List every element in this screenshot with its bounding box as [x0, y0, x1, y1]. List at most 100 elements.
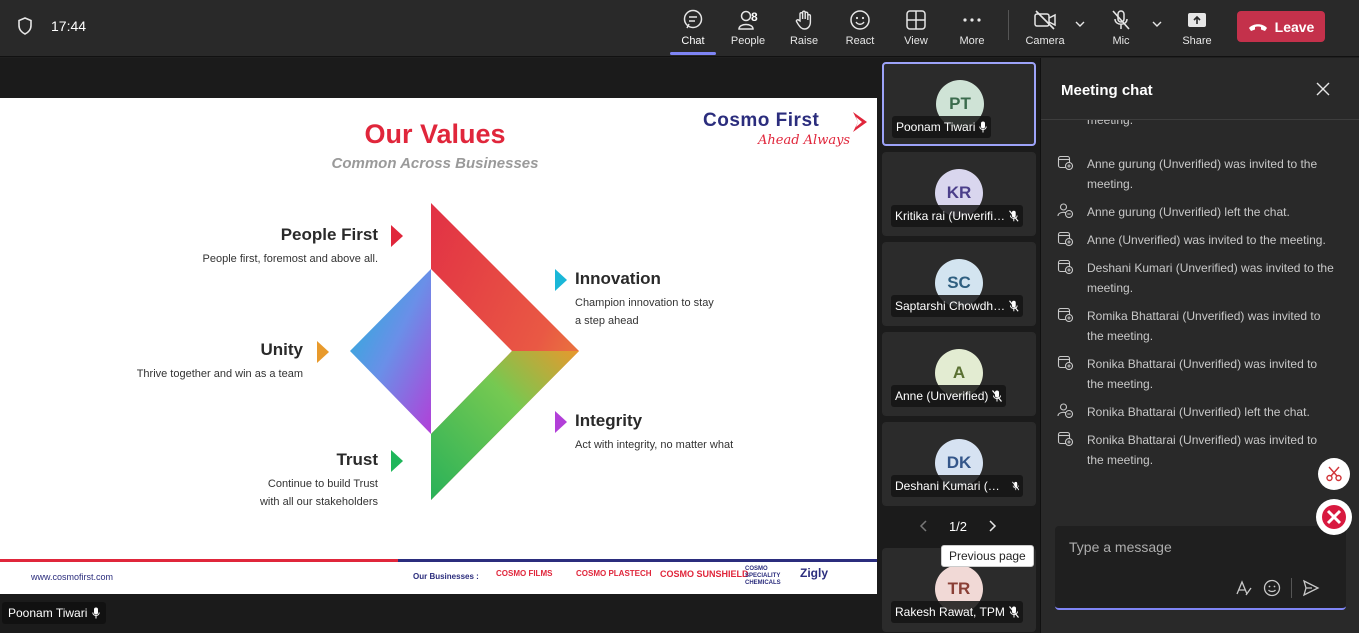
- participant-name-tag: Kritika rai (Unverified): [891, 205, 1023, 227]
- leave-label: Leave: [1274, 18, 1315, 35]
- businesses-label: Our Businesses :: [413, 572, 479, 581]
- chat-message-text: Ronika Bhattarai (Unverified) was invite…: [1087, 433, 1318, 467]
- participant-name: Kritika rai (Unverified): [895, 209, 1006, 223]
- more-label: More: [959, 35, 985, 47]
- shield-icon: [17, 17, 33, 40]
- mic-off-icon: [1112, 10, 1130, 30]
- snip-tool-button[interactable]: [1318, 458, 1350, 490]
- meeting-toolbar: 17:44 Chat 8 People Raise React View Mor…: [0, 0, 1359, 57]
- participant-name-tag: Deshani Kumari (Unverified): [891, 475, 1023, 497]
- footer-rule-blue: [398, 559, 877, 562]
- toolbar-divider: [1008, 10, 1009, 40]
- people-button[interactable]: 8 People: [722, 6, 774, 52]
- format-text-icon[interactable]: [1235, 579, 1253, 597]
- value-desc-trust-line1: Continue to build Trust: [267, 478, 378, 490]
- view-button[interactable]: View: [890, 6, 942, 52]
- meeting-invite-icon: [1057, 307, 1073, 322]
- share-button[interactable]: Share: [1171, 6, 1223, 52]
- chat-button[interactable]: Chat: [667, 6, 719, 52]
- participant-name: Rakesh Rawat, TPM: [895, 605, 1005, 619]
- business-logo-zigly: Zigly: [800, 566, 829, 580]
- brand-logo-text: Cosmo First: [703, 110, 820, 131]
- compose-placeholder[interactable]: Type a message: [1069, 539, 1172, 555]
- chat-message-text: Deshani Kumari (Unverified) was invited …: [1087, 261, 1334, 295]
- brand-tagline: Ahead Always: [758, 133, 851, 148]
- value-desc-innovation-line2: a step ahead: [575, 315, 639, 327]
- raise-label: Raise: [789, 35, 819, 47]
- value-title-innovation: Innovation: [575, 269, 661, 288]
- floating-app-button[interactable]: [1316, 499, 1352, 535]
- grid-view-icon: [906, 10, 926, 30]
- gallery-pager: 1/2: [918, 515, 998, 537]
- orange-arrow-icon: [317, 341, 329, 363]
- smiley-icon: [850, 10, 870, 30]
- react-button[interactable]: React: [834, 6, 886, 52]
- presenter-name: Poonam Tiwari: [8, 606, 88, 620]
- chat-message-text: Romika Bhattarai (Unverified) was invite…: [1087, 309, 1321, 343]
- chat-compose-box[interactable]: Type a message: [1055, 526, 1346, 610]
- participant-name: Saptarshi Chowdhury: [895, 299, 1006, 313]
- values-diamond-graphic: [350, 203, 579, 500]
- slide-subtitle: Common Across Businesses: [331, 155, 539, 172]
- meeting-invite-icon: [1057, 355, 1073, 370]
- presenter-name-tag: Poonam Tiwari: [2, 602, 107, 624]
- react-label: React: [845, 35, 875, 47]
- mic-options-chevron-icon[interactable]: [1151, 18, 1163, 30]
- gallery-page-indicator: 1/2: [948, 518, 968, 534]
- active-tab-indicator: [670, 52, 716, 55]
- mic-icon: [92, 607, 101, 619]
- camera-button[interactable]: Camera: [1019, 6, 1071, 52]
- mic-button[interactable]: Mic: [1095, 6, 1147, 52]
- participant-tile[interactable]: PT Poonam Tiwari: [882, 62, 1036, 146]
- view-label: View: [904, 35, 928, 47]
- purple-arrow-icon: [555, 411, 567, 433]
- value-desc-trust-line2: with all our stakeholders: [259, 496, 378, 508]
- person-left-icon: [1057, 203, 1073, 218]
- participant-name-tag: Anne (Unverified): [891, 385, 1007, 407]
- green-arrow-icon: [391, 450, 403, 472]
- cyan-arrow-icon: [555, 269, 567, 291]
- meeting-invite-icon: [1057, 431, 1073, 446]
- value-title-people-first: People First: [280, 225, 378, 244]
- meeting-invite-icon: [1057, 231, 1073, 246]
- value-title-unity: Unity: [260, 340, 304, 359]
- chat-message-text: Ronika Bhattarai (Unverified) left the c…: [1087, 405, 1310, 419]
- share-screen-icon: [1188, 13, 1206, 27]
- participant-name: Poonam Tiwari: [896, 120, 976, 134]
- value-title-trust: Trust: [336, 450, 378, 469]
- chat-message-text: Anne (Unverified) was invited to the mee…: [1087, 233, 1326, 247]
- participant-tile[interactable]: SC Saptarshi Chowdhury: [882, 242, 1036, 326]
- meeting-invite-icon: [1057, 259, 1073, 274]
- more-button[interactable]: More: [946, 6, 998, 52]
- leave-button[interactable]: Leave: [1237, 11, 1325, 42]
- shared-content-stage: Our Values Common Across Businesses Cosm…: [0, 58, 878, 633]
- raise-hand-button[interactable]: Raise: [778, 6, 830, 52]
- close-icon[interactable]: [1316, 82, 1330, 96]
- participant-tile[interactable]: KR Kritika rai (Unverified): [882, 152, 1036, 236]
- participant-tile[interactable]: DK Deshani Kumari (Unverified): [882, 422, 1036, 506]
- compose-divider: [1291, 578, 1292, 598]
- meeting-clock: 17:44: [51, 18, 87, 34]
- business-logo-cosmo-sunshield: COSMO SUNSHIELD: [660, 569, 749, 579]
- raise-hand-icon: [795, 10, 812, 30]
- chat-message-list[interactable]: meeting. Anne gurung (Unverified) was in…: [1041, 120, 1359, 520]
- emoji-icon[interactable]: [1263, 579, 1281, 597]
- share-label: Share: [1182, 35, 1212, 47]
- camera-label: Camera: [1025, 35, 1065, 47]
- participant-tile[interactable]: A Anne (Unverified): [882, 332, 1036, 416]
- person-left-icon: [1057, 403, 1073, 418]
- people-label: People: [730, 35, 766, 47]
- chevron-right-icon[interactable]: [986, 519, 998, 533]
- more-dots-icon: [963, 18, 981, 22]
- chevron-left-icon[interactable]: [918, 519, 930, 533]
- send-icon[interactable]: [1302, 579, 1320, 597]
- mic-off-icon: [1009, 300, 1019, 312]
- chat-message-text: meeting.: [1087, 120, 1134, 127]
- slide-title: Our Values: [364, 119, 506, 149]
- mic-icon: [979, 121, 988, 133]
- participant-name: Deshani Kumari (Unverified): [895, 479, 1008, 493]
- brand-chevron-icon: [853, 112, 867, 132]
- camera-options-chevron-icon[interactable]: [1074, 18, 1086, 30]
- red-arrow-icon: [391, 225, 403, 247]
- people-count: 8: [751, 10, 758, 24]
